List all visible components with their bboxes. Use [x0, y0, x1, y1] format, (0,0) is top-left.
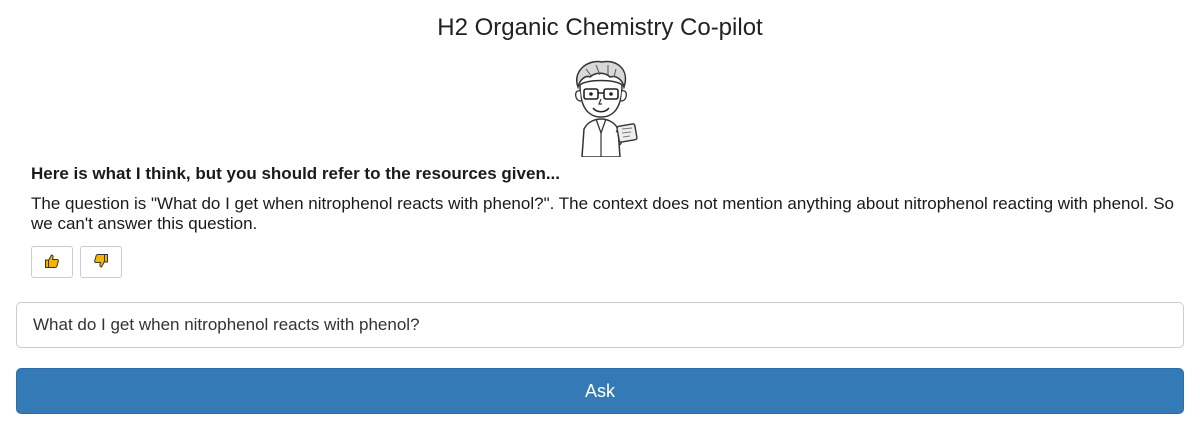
- thumbs-down-icon: [93, 253, 109, 272]
- thumbs-up-icon: [44, 253, 60, 272]
- answer-text: The question is "What do I get when nitr…: [31, 194, 1174, 233]
- scientist-avatar: [558, 57, 644, 158]
- thumbs-down-button[interactable]: [80, 246, 122, 278]
- thumbs-up-button[interactable]: [31, 246, 73, 278]
- ask-button[interactable]: Ask: [16, 368, 1184, 414]
- cartoon-scientist-icon: [574, 60, 638, 158]
- question-input[interactable]: [16, 302, 1184, 348]
- answer-heading: Here is what I think, but you should ref…: [31, 164, 560, 183]
- page-title: H2 Organic Chemistry Co-pilot: [437, 14, 763, 41]
